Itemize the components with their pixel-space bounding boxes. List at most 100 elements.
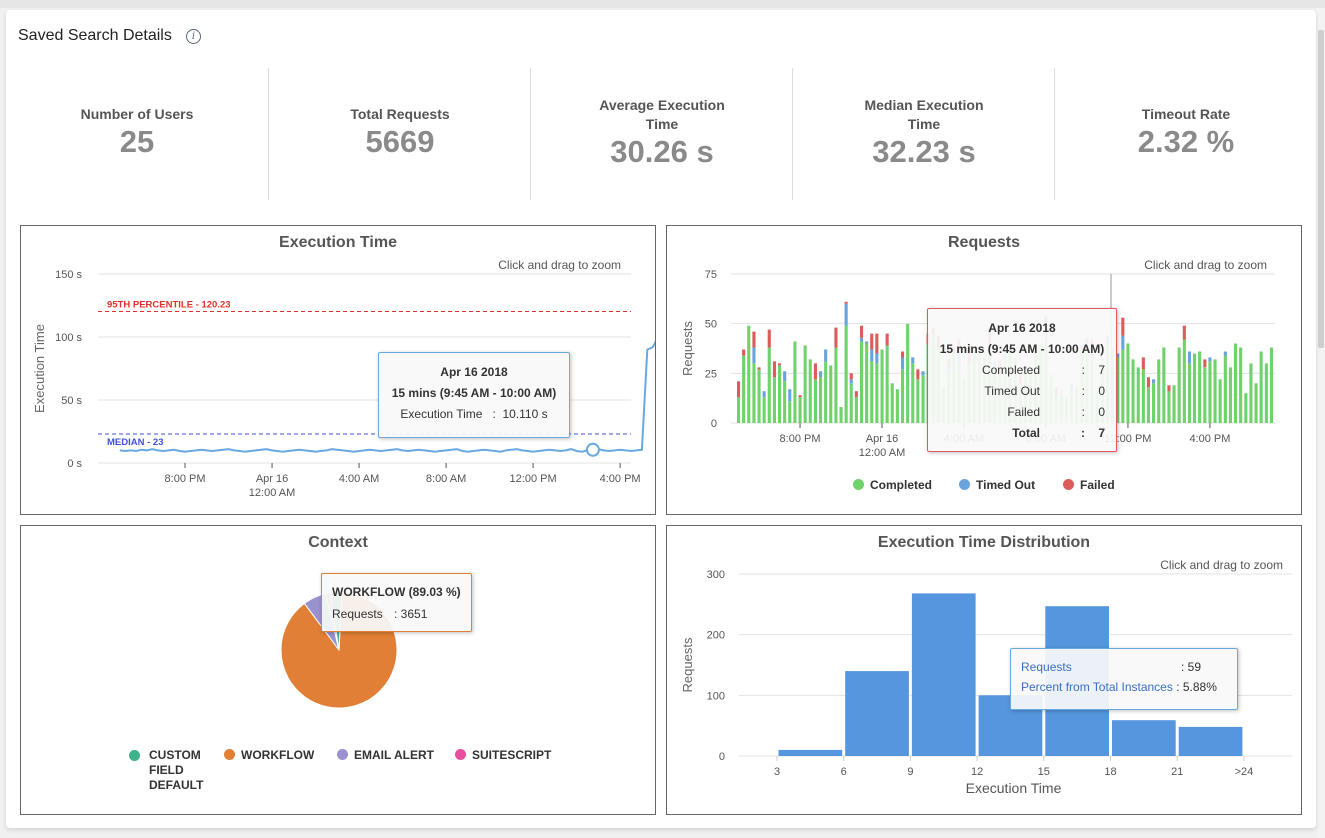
x-tick-label: Apr 16	[866, 433, 898, 445]
tooltip-value: : 59	[1181, 660, 1202, 674]
bar-completed	[1269, 347, 1273, 423]
legend-label-line: DEFAULT	[149, 778, 204, 792]
bar-completed	[1136, 367, 1140, 423]
bar-completed	[921, 375, 925, 423]
legend-dot	[224, 749, 235, 760]
bar-failed	[742, 349, 746, 356]
legend-workflow[interactable]: WORKFLOW	[224, 748, 314, 762]
bar-completed	[834, 347, 838, 423]
y-tick-label: 200	[707, 630, 725, 642]
legend-suitescript[interactable]: SUITESCRIPT	[455, 748, 551, 762]
legend-email-alert[interactable]: EMAIL ALERT	[337, 748, 434, 762]
legend-completed[interactable]: Completed	[853, 478, 932, 492]
bar-completed	[1162, 347, 1166, 423]
y-tick-label: 50	[705, 319, 717, 331]
y-tick-label: 0	[719, 751, 725, 763]
bar-completed	[1182, 339, 1186, 423]
kpi-label-line: Time	[907, 116, 941, 132]
histogram-bar	[911, 593, 976, 756]
kpi-total-requests: Total Requests 5669	[268, 68, 531, 200]
page-scrollbar[interactable]	[1317, 8, 1325, 838]
x-tick-label: 8:00 PM	[780, 433, 821, 445]
tooltip-date: Apr 16 2018	[440, 365, 508, 379]
bar-failed	[860, 325, 864, 338]
bar-failed	[844, 301, 848, 304]
x-tick-label: 18	[1104, 766, 1116, 778]
scrollbar-thumb[interactable]	[1318, 30, 1324, 348]
bar-failed	[834, 327, 838, 348]
y-tick-label: 50 s	[61, 395, 82, 407]
tooltip-sep: :	[1081, 384, 1085, 398]
bar-completed	[895, 389, 899, 423]
bar-completed	[1239, 347, 1243, 423]
bar-failed	[885, 333, 889, 346]
tooltip-row: Total:7	[928, 426, 1116, 440]
bar-completed	[1193, 353, 1197, 423]
legend-custom-field-default[interactable]: CUSTOM FIELD DEFAULT	[129, 748, 203, 793]
execution-time-distribution-panel: Execution Time Distribution Click and dr…	[666, 525, 1302, 815]
bar-failed	[901, 351, 905, 358]
y-tick-label: 100	[707, 690, 725, 702]
bar-completed	[1259, 351, 1263, 423]
histogram-bar	[1112, 720, 1176, 756]
kpi-value: 32.23 s	[872, 134, 976, 169]
tooltip-label: Requests	[332, 607, 383, 621]
x-tick-label: >24	[1235, 766, 1254, 778]
bar-completed	[1146, 387, 1150, 423]
kpi-label-line: Median Execution	[864, 97, 984, 113]
tooltip-label: Percent from Total Instances	[1021, 680, 1173, 694]
legend-label: SUITESCRIPT	[472, 748, 552, 762]
kpi-label: Timeout Rate	[1141, 106, 1231, 122]
x-tick-label: 12:00 AM	[249, 487, 295, 499]
bar-completed	[742, 355, 746, 423]
x-tick-label: Apr 16	[256, 473, 288, 485]
legend-failed[interactable]: Failed	[1063, 478, 1115, 492]
bar-completed	[885, 345, 889, 423]
bar-completed	[890, 383, 894, 423]
distribution-tooltip: Requests: 59 Percent from Total Instance…	[1010, 648, 1238, 710]
bar-completed	[1152, 383, 1156, 423]
bar-completed	[1131, 359, 1135, 423]
bar-completed	[1126, 343, 1130, 423]
y-tick-label: 150 s	[55, 269, 82, 281]
x-tick-label: 12:00 PM	[510, 473, 557, 485]
info-icon[interactable]: i	[186, 29, 201, 44]
y-tick-label: 100 s	[55, 332, 82, 344]
bar-completed	[1264, 363, 1268, 423]
bar-completed	[824, 361, 828, 423]
context-pie-chart[interactable]	[21, 526, 655, 814]
bar-timed-out	[1223, 351, 1227, 356]
bar-completed	[1203, 367, 1207, 423]
legend-dot	[853, 479, 864, 490]
kpi-label-line: Time	[645, 116, 679, 132]
tooltip-range: 15 mins (9:45 AM - 10:00 AM)	[939, 342, 1105, 356]
bar-completed	[788, 401, 792, 423]
legend-timed-out[interactable]: Timed Out	[959, 478, 1035, 492]
x-tick-label: 15	[1038, 766, 1050, 778]
kpi-value: 30.26 s	[610, 134, 714, 169]
y-axis-title: Requests	[680, 321, 695, 376]
bar-completed	[1244, 393, 1248, 423]
kpi-value: 5669	[365, 124, 435, 159]
legend-label: Completed	[870, 478, 933, 492]
legend-dot	[337, 749, 348, 760]
bar-completed	[1234, 343, 1238, 423]
tooltip-value: 7	[1098, 363, 1105, 377]
bar-failed	[1121, 317, 1125, 336]
bar-failed	[916, 369, 920, 380]
bar-timed-out	[762, 391, 766, 398]
tooltip-row: Requests: 59	[1021, 660, 1237, 674]
histogram-bar	[1178, 726, 1243, 756]
bar-completed	[1187, 363, 1191, 423]
bar-completed	[808, 359, 812, 423]
x-axis-title: Execution Time	[966, 780, 1062, 796]
bar-timed-out	[1187, 351, 1191, 364]
context-tooltip: WORKFLOW (89.03 %) Requests: 3651	[321, 573, 472, 632]
tooltip-row: Execution Time : 10.110 s	[400, 407, 548, 421]
execution-time-tooltip: Apr 16 2018 15 mins (9:45 AM - 10:00 AM)…	[378, 352, 570, 438]
bar-completed	[865, 343, 869, 423]
requests-tooltip: Apr 16 2018 15 mins (9:45 AM - 10:00 AM)…	[927, 308, 1117, 452]
bar-completed	[906, 323, 910, 423]
bar-completed	[1223, 355, 1227, 423]
tooltip-date: Apr 16 2018	[988, 321, 1056, 335]
